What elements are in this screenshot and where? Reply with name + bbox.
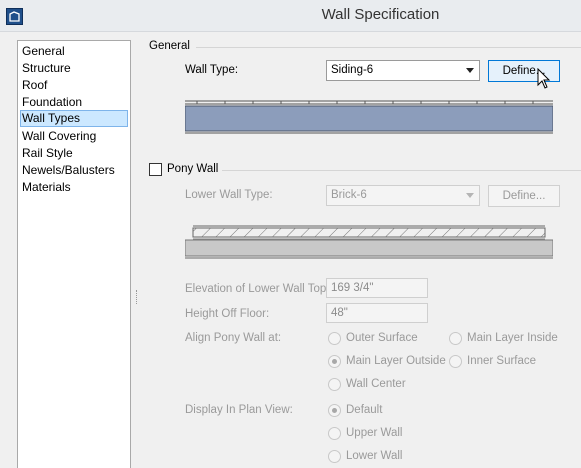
sidebar-item-wall-types[interactable]: Wall Types	[20, 110, 128, 127]
lower-wall-type-select[interactable]: Brick-6	[326, 185, 480, 206]
sidebar-item-wall-covering[interactable]: Wall Covering	[20, 128, 128, 145]
sidebar-item-newels-balusters[interactable]: Newels/Balusters	[20, 162, 128, 179]
display-upper-wall-radio[interactable]	[328, 427, 341, 440]
sidebar-item-materials[interactable]: Materials	[20, 179, 128, 196]
align-main-layer-outside-label[interactable]: Main Layer Outside	[346, 355, 446, 367]
align-wall-center-radio[interactable]	[328, 378, 341, 391]
wall-type-preview	[185, 100, 553, 134]
align-main-layer-inside-radio[interactable]	[449, 332, 462, 345]
lower-wall-type-value: Brick-6	[331, 189, 367, 201]
pony-wall-label[interactable]: Pony Wall	[167, 163, 218, 175]
pony-wall-group-divider	[222, 170, 581, 171]
display-upper-wall-label[interactable]: Upper Wall	[346, 427, 402, 439]
align-outer-surface-radio[interactable]	[328, 332, 341, 345]
sidebar-item-general[interactable]: General	[20, 43, 128, 60]
wall-type-value: Siding-6	[331, 64, 374, 76]
sidebar-item-rail-style[interactable]: Rail Style	[20, 145, 128, 162]
align-outer-surface-label[interactable]: Outer Surface	[346, 332, 418, 344]
define-lower-wall-type-button[interactable]: Define...	[488, 185, 560, 207]
lower-wall-type-label: Lower Wall Type:	[185, 189, 273, 201]
wall-type-select[interactable]: Siding-6	[326, 60, 480, 81]
sidebar-item-foundation[interactable]: Foundation	[20, 94, 128, 111]
elevation-label: Elevation of Lower Wall Top:	[185, 283, 330, 295]
mouse-cursor-icon	[537, 68, 551, 89]
height-off-floor-input[interactable]: 48"	[326, 303, 428, 323]
display-in-plan-view-label: Display In Plan View:	[185, 404, 293, 416]
display-default-radio[interactable]	[328, 404, 341, 417]
display-lower-wall-label[interactable]: Lower Wall	[346, 450, 402, 462]
pony-wall-checkbox[interactable]	[149, 163, 162, 176]
sidebar-item-roof[interactable]: Roof	[20, 77, 128, 94]
splitter-handle[interactable]	[136, 290, 138, 304]
chevron-down-icon	[466, 193, 474, 198]
align-inner-surface-label[interactable]: Inner Surface	[467, 355, 536, 367]
lower-wall-type-preview	[185, 225, 553, 259]
general-group-divider	[196, 47, 581, 48]
sidebar-item-structure[interactable]: Structure	[20, 60, 128, 77]
align-inner-surface-radio[interactable]	[449, 355, 462, 368]
wall-type-label: Wall Type:	[185, 64, 239, 76]
general-group-label: General	[149, 40, 190, 52]
align-main-layer-outside-radio[interactable]	[328, 355, 341, 368]
chevron-down-icon	[466, 68, 474, 73]
align-wall-center-label[interactable]: Wall Center	[346, 378, 406, 390]
display-default-label[interactable]: Default	[346, 404, 382, 416]
align-main-layer-inside-label[interactable]: Main Layer Inside	[467, 332, 558, 344]
height-off-floor-label: Height Off Floor:	[185, 308, 270, 320]
window-title: Wall Specification	[321, 6, 440, 23]
title-bar: Wall Specification	[0, 0, 581, 32]
elevation-input[interactable]: 169 3/4"	[326, 278, 428, 298]
display-lower-wall-radio[interactable]	[328, 450, 341, 463]
category-list[interactable]: General Structure Roof Foundation Wall T…	[17, 40, 131, 468]
align-pony-wall-label: Align Pony Wall at:	[185, 332, 282, 344]
